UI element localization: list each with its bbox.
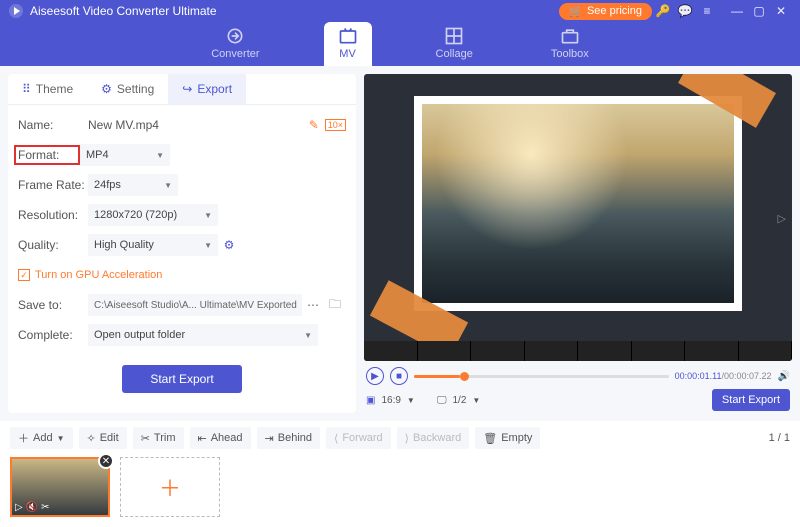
chevron-down-icon: ▼ [156,151,164,160]
tab-mv[interactable]: MV [324,22,372,66]
edit-button[interactable]: ✧Edit [79,427,127,449]
clip-thumbnail[interactable]: ✕ ▷🔇✂ [10,457,110,517]
chevron-down-icon: ▼ [164,181,172,190]
play-button[interactable]: ▶ [366,367,384,385]
gear-icon: ⚙ [101,82,112,96]
backward-icon: ⟩ [405,432,409,445]
titlebar: Aiseesoft Video Converter Ultimate 🛒 See… [0,0,800,22]
stop-button[interactable]: ■ [390,367,408,385]
export-icon: ↪ [182,82,192,96]
name-value: New MV.mp4 [88,118,303,132]
minimize-button[interactable]: — [726,0,748,22]
plus-icon: ＋ [159,471,181,503]
app-logo-icon [8,3,24,19]
quality-dropdown[interactable]: High Quality▼ [88,234,218,256]
name-label: Name: [18,118,88,132]
aspect-ratio[interactable]: 16:9 [381,395,400,406]
forward-icon: ⟨ [334,432,338,445]
trim-button[interactable]: ✂Trim [133,427,184,449]
video-preview: ▷ [364,74,792,361]
start-export-button-small[interactable]: Start Export [712,389,790,411]
forward-button: ⟨Forward [326,427,391,449]
chevron-down-icon: ▼ [204,241,212,250]
clip-page-count: 1 / 1 [769,432,790,444]
behind-button[interactable]: ⇥Behind [257,427,320,449]
theme-icon: ⠿ [22,82,31,96]
edit-name-icon[interactable]: ✎ [303,114,325,136]
tab-converter[interactable]: Converter [197,22,273,66]
name-hd-icon[interactable]: 10× [325,119,346,131]
framerate-dropdown[interactable]: 24fps▼ [88,174,178,196]
chevron-down-icon[interactable]: ▼ [407,396,415,405]
framerate-label: Frame Rate: [18,178,88,192]
complete-dropdown[interactable]: Open output folder▼ [88,324,318,346]
chevron-down-icon: ▼ [57,434,65,443]
remove-clip-icon[interactable]: ✕ [98,453,114,469]
tab-collage[interactable]: Collage [422,22,487,66]
cart-icon: 🛒 [569,5,583,18]
subtab-export[interactable]: ↪Export [168,74,246,104]
quality-label: Quality: [18,238,88,252]
subtab-theme[interactable]: ⠿Theme [8,74,87,104]
feedback-icon[interactable]: 💬 [674,0,696,22]
format-dropdown[interactable]: MP4▼ [80,144,170,166]
resolution-label: Resolution: [18,208,88,222]
start-export-button[interactable]: Start Export [122,365,242,393]
chevron-down-icon: ▼ [304,331,312,340]
top-tabs: Converter MV Collage Toolbox [0,22,800,66]
time-display: 00:00:01.11/00:00:07.22 [675,371,772,381]
chevron-down-icon[interactable]: ▼ [472,396,480,405]
tab-toolbox[interactable]: Toolbox [537,22,603,66]
export-panel: ⠿Theme ⚙Setting ↪Export Name: New MV.mp4… [8,74,356,413]
chevron-down-icon: ▼ [204,211,212,220]
mute-icon: 🔇 [26,502,38,513]
close-button[interactable]: ✕ [770,0,792,22]
seek-slider[interactable] [414,375,669,378]
app-title: Aiseesoft Video Converter Ultimate [30,4,217,18]
gpu-checkbox[interactable]: ✓Turn on GPU Acceleration [18,269,162,281]
volume-icon[interactable]: 🔊 [778,371,790,382]
saveto-label: Save to: [18,298,88,312]
see-pricing-button[interactable]: 🛒 See pricing [559,3,652,20]
quality-settings-icon[interactable]: ⚙ [218,234,240,256]
menu-icon[interactable]: ≡ [696,0,718,22]
resolution-dropdown[interactable]: 1280x720 (720p)▼ [88,204,218,226]
path-more-button[interactable]: ⋯ [302,294,324,316]
plus-icon: ＋ [18,430,29,446]
key-icon[interactable]: 🔑 [652,0,674,22]
ahead-icon: ⇤ [198,432,207,445]
open-folder-icon[interactable]: 🗀 [324,294,346,316]
crop-icon[interactable]: ▣ [366,395,375,406]
trim-icon: ✂ [41,502,49,513]
play-icon: ▷ [15,502,23,513]
trash-icon: 🗑 [483,432,497,445]
filmstrip [364,341,792,361]
wand-icon: ✧ [87,432,96,445]
ahead-button[interactable]: ⇤Ahead [190,427,251,449]
check-icon: ✓ [18,269,30,281]
format-label: Format: [14,145,80,165]
maximize-button[interactable]: ▢ [748,0,770,22]
subtab-setting[interactable]: ⚙Setting [87,74,168,104]
add-clip-button[interactable]: ＋ [120,457,220,517]
preview-page: 1/2 [452,395,466,406]
screen-icon[interactable]: 🖵 [437,395,447,406]
saveto-path: C:\Aiseesoft Studio\A... Ultimate\MV Exp… [88,294,302,316]
empty-button[interactable]: 🗑Empty [475,427,540,449]
scissors-icon: ✂ [141,432,150,445]
add-button[interactable]: ＋Add▼ [10,427,73,449]
behind-icon: ⇥ [265,432,274,445]
backward-button: ⟩Backward [397,427,470,449]
next-icon[interactable]: ▷ [778,212,786,225]
complete-label: Complete: [18,328,88,342]
